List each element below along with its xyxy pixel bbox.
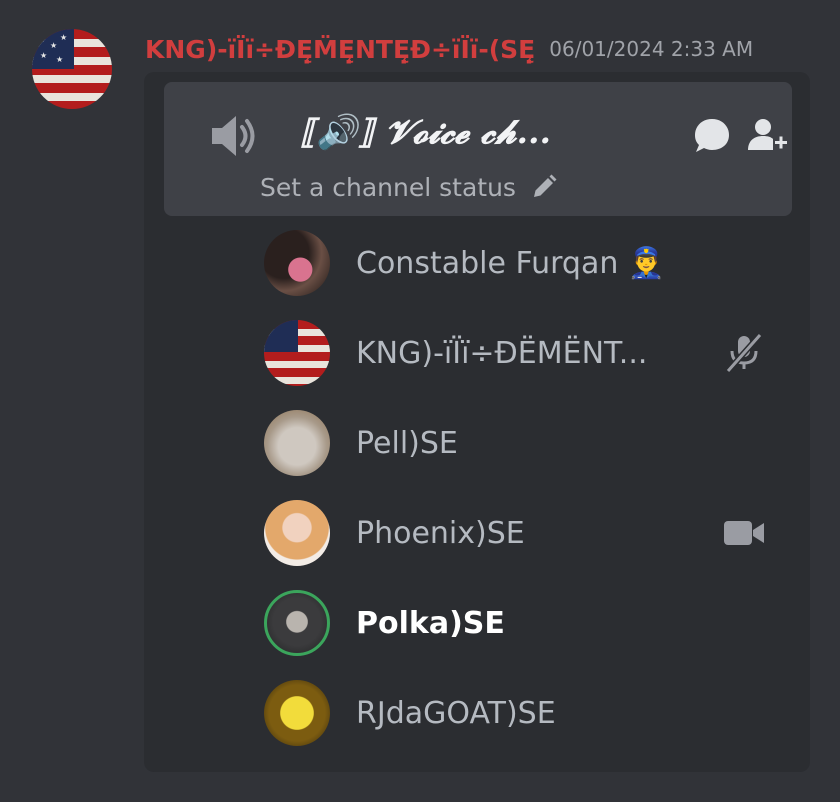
member-name: Phoenix)SE	[356, 515, 525, 551]
voice-member-row[interactable]: Constable Furqan 👮‍♂️	[264, 228, 784, 298]
chat-bubble-icon[interactable]	[692, 116, 732, 156]
member-name: RJdaGOAT)SE	[356, 695, 556, 731]
pencil-icon[interactable]	[530, 173, 558, 201]
member-name: Pell)SE	[356, 425, 458, 461]
channel-status-row[interactable]: Set a channel status	[260, 170, 558, 204]
author-avatar[interactable]: ★ ★ ★ ★ ★	[32, 29, 112, 109]
member-avatar	[264, 230, 330, 296]
member-avatar	[264, 680, 330, 746]
author-name[interactable]: KNG)-ïÏï÷ĐĘ̣M̈Ę̣NTĘ̣Đ÷ïÏï-(SĘ̣	[145, 35, 535, 64]
voice-channel-embed: ⟦🔊⟧ 𝓥𝓸𝓲𝓬𝓮 𝓬𝓱... Set a channel status Con…	[144, 72, 810, 772]
member-name: Constable Furqan 👮‍♂️	[356, 245, 666, 281]
member-avatar	[264, 500, 330, 566]
voice-channel-card[interactable]: ⟦🔊⟧ 𝓥𝓸𝓲𝓬𝓮 𝓬𝓱... Set a channel status	[164, 82, 792, 216]
message-header: KNG)-ïÏï÷ĐĘ̣M̈Ę̣NTĘ̣Đ÷ïÏï-(SĘ̣ 06/01/202…	[145, 33, 753, 65]
member-avatar	[264, 410, 330, 476]
voice-channel-name[interactable]: ⟦🔊⟧ 𝓥𝓸𝓲𝓬𝓮 𝓬𝓱...	[300, 104, 680, 160]
voice-member-row[interactable]: Polka)SE	[264, 588, 784, 658]
member-name: KNG)-ïÏï÷ĐËMËNT...	[356, 335, 648, 371]
muted-mic-icon	[725, 333, 763, 373]
voice-member-row[interactable]: RJdaGOAT)SE	[264, 678, 784, 748]
member-avatar-speaking	[264, 590, 330, 656]
voice-member-row[interactable]: Pell)SE	[264, 408, 784, 478]
member-avatar	[264, 320, 330, 386]
speaker-icon	[212, 116, 255, 156]
message-timestamp: 06/01/2024 2:33 AM	[549, 37, 754, 61]
add-user-icon[interactable]	[746, 116, 788, 156]
member-name: Polka)SE	[356, 605, 505, 641]
video-camera-icon	[724, 521, 764, 545]
voice-member-row[interactable]: Phoenix)SE	[264, 498, 784, 568]
channel-status-placeholder: Set a channel status	[260, 172, 516, 202]
voice-member-row[interactable]: KNG)-ïÏï÷ĐËMËNT...	[264, 318, 784, 388]
